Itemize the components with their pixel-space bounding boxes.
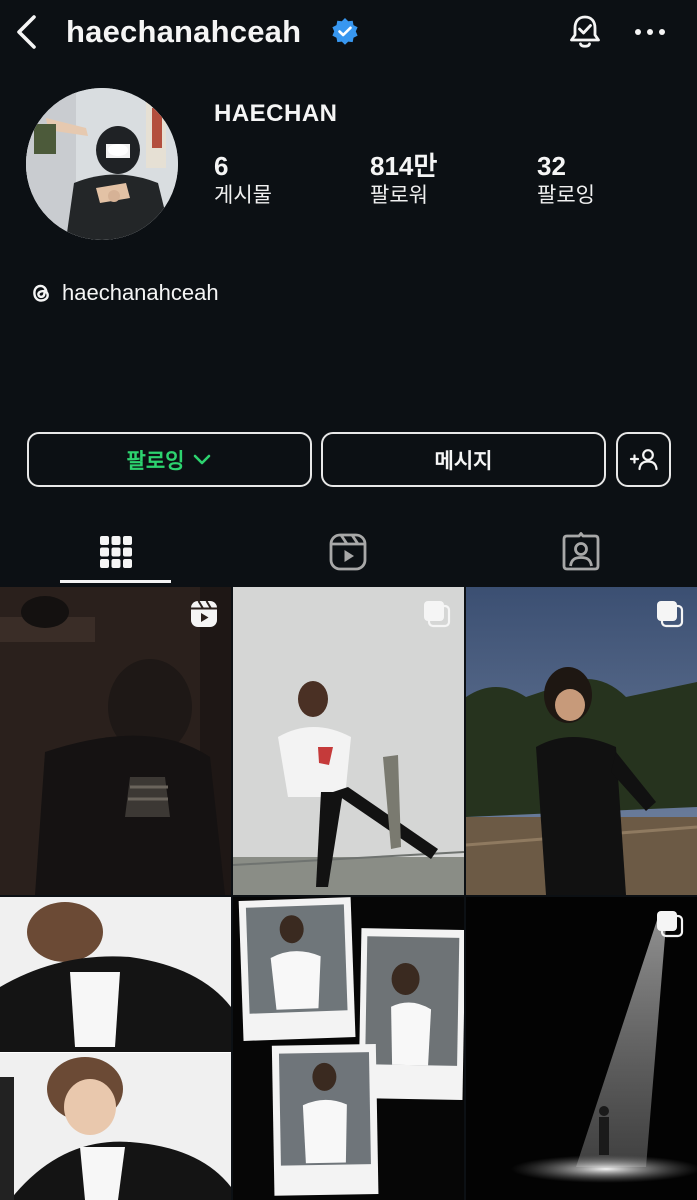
message-button-label: 메시지 xyxy=(434,449,493,473)
post-image xyxy=(0,897,231,1200)
suggested-users-button[interactable] xyxy=(616,432,671,487)
tab-reels[interactable] xyxy=(232,520,464,584)
post-thumbnail[interactable] xyxy=(233,587,464,895)
threads-link[interactable]: haechanahceah xyxy=(28,280,219,306)
top-bar: haechanahceah xyxy=(0,0,697,64)
post-thumbnail[interactable] xyxy=(233,897,464,1200)
avatar-photo xyxy=(26,88,178,240)
post-thumbnail[interactable] xyxy=(0,587,231,895)
followers-count-value: 814만 xyxy=(370,151,438,181)
posts-count-label: 게시물 xyxy=(214,184,272,207)
following-count[interactable]: 32 팔로잉 xyxy=(537,150,595,210)
followers-count-label: 팔로워 xyxy=(370,184,428,207)
post-image xyxy=(233,587,464,895)
grid-icon xyxy=(100,536,132,568)
carousel-icon xyxy=(657,911,684,938)
more-horizontal-icon xyxy=(635,29,665,35)
post-thumbnail[interactable] xyxy=(0,897,231,1200)
followers-count[interactable]: 814만 팔로워 xyxy=(370,150,437,210)
chevron-left-icon xyxy=(17,15,36,49)
bell-check-icon xyxy=(570,15,600,48)
tab-tagged[interactable] xyxy=(465,520,697,584)
posts-count[interactable]: 6 게시물 xyxy=(214,150,272,210)
threads-icon xyxy=(33,284,49,302)
carousel-icon xyxy=(424,601,451,628)
post-image xyxy=(0,587,231,895)
tab-posts[interactable] xyxy=(0,520,232,584)
profile-avatar[interactable] xyxy=(26,88,178,240)
following-count-label: 팔로잉 xyxy=(537,184,595,207)
following-button[interactable]: 팔로잉 xyxy=(27,432,312,487)
threads-handle: haechanahceah xyxy=(62,280,219,305)
add-user-icon xyxy=(629,448,658,470)
following-count-value: 32 xyxy=(537,151,566,181)
tagged-user-icon xyxy=(562,532,600,571)
chevron-down-icon xyxy=(194,454,211,464)
posts-count-value: 6 xyxy=(214,151,229,181)
active-tab-indicator xyxy=(60,580,171,583)
post-thumbnail[interactable] xyxy=(466,587,697,895)
message-button[interactable]: 메시지 xyxy=(321,432,606,487)
post-thumbnail[interactable] xyxy=(466,897,697,1200)
reels-icon xyxy=(329,533,367,571)
post-image xyxy=(466,587,697,895)
post-image xyxy=(233,897,464,1200)
carousel-icon xyxy=(657,601,684,628)
back-button[interactable] xyxy=(10,12,44,52)
post-image xyxy=(466,897,697,1200)
verified-badge-icon xyxy=(332,18,358,45)
notifications-button[interactable] xyxy=(565,12,605,52)
reel-icon xyxy=(191,600,217,627)
profile-username: haechanahceah xyxy=(66,14,302,49)
more-options-button[interactable] xyxy=(630,14,670,50)
following-button-label: 팔로잉 xyxy=(126,449,185,473)
profile-display-name: HAECHAN xyxy=(214,100,338,127)
